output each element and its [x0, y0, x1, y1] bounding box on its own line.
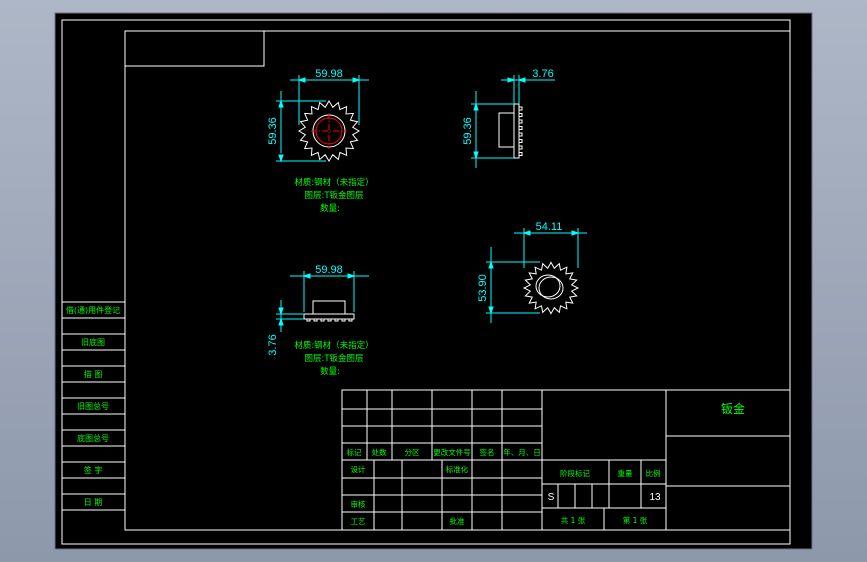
- role-approve: 批准: [450, 516, 465, 526]
- top-note-layer: 图层:T钣金图层: [304, 353, 363, 364]
- top-note-quantity: 数量:: [320, 366, 340, 377]
- header-count: 处数: [372, 447, 387, 457]
- side-height-label: 59.36: [462, 117, 474, 145]
- side-table-cell-4: 旧图总号: [77, 401, 109, 411]
- front-height-label: 59.36: [267, 117, 279, 145]
- part-name: 钣金: [721, 401, 745, 416]
- front-width-label: 59.98: [315, 68, 343, 80]
- role-review: 审核: [351, 499, 366, 509]
- role-design: 设计: [351, 464, 366, 474]
- side-table-cell-7: 日 期: [84, 498, 103, 507]
- side-table-cell-2: 旧底图: [81, 337, 105, 347]
- top-thickness-label: 3.76: [267, 334, 279, 355]
- weight-header: 重量: [618, 469, 633, 478]
- side-thickness-label: 3.76: [532, 68, 553, 80]
- side-table-cell-6: 签 字: [84, 465, 103, 475]
- header-mark: 标记: [347, 447, 362, 457]
- header-date: 年、月、日: [503, 447, 541, 457]
- header-change-doc: 更改文件号: [433, 447, 471, 457]
- top-note-material: 材质:钢材（未指定）: [294, 340, 373, 351]
- front-note-quantity: 数量:: [320, 203, 340, 214]
- iso-width-label: 54.11: [536, 221, 563, 233]
- role-process: 工艺: [351, 517, 366, 526]
- side-table-cell-5: 底图总号: [77, 433, 109, 443]
- sheet-background: [54, 12, 813, 550]
- top-width-label: 59.98: [315, 264, 343, 276]
- role-standard: 标准化: [446, 464, 469, 474]
- stage-header: 阶段标记: [560, 468, 590, 478]
- scale-value: 13: [649, 492, 661, 503]
- iso-height-label: 53.90: [477, 274, 489, 302]
- header-zone: 分区: [405, 448, 420, 457]
- header-signature: 签名: [480, 447, 495, 457]
- sheets-total: 共 1 张: [561, 516, 586, 525]
- drawing-sheet: 59.98 59.36 材质:钢材（未指定） 图层:T钣金图层 数量: 3.76…: [54, 12, 813, 550]
- front-note-layer: 图层:T钣金图层: [304, 190, 363, 201]
- side-table-cell-3: 描 图: [84, 369, 103, 379]
- side-table-cell-1: 借(通)用件登记: [66, 305, 120, 315]
- sheet-number: 第 1 张: [623, 515, 648, 525]
- front-note-material: 材质:钢材（未指定）: [294, 177, 373, 188]
- scale-header: 比例: [646, 468, 661, 478]
- stage-value: S: [548, 492, 555, 503]
